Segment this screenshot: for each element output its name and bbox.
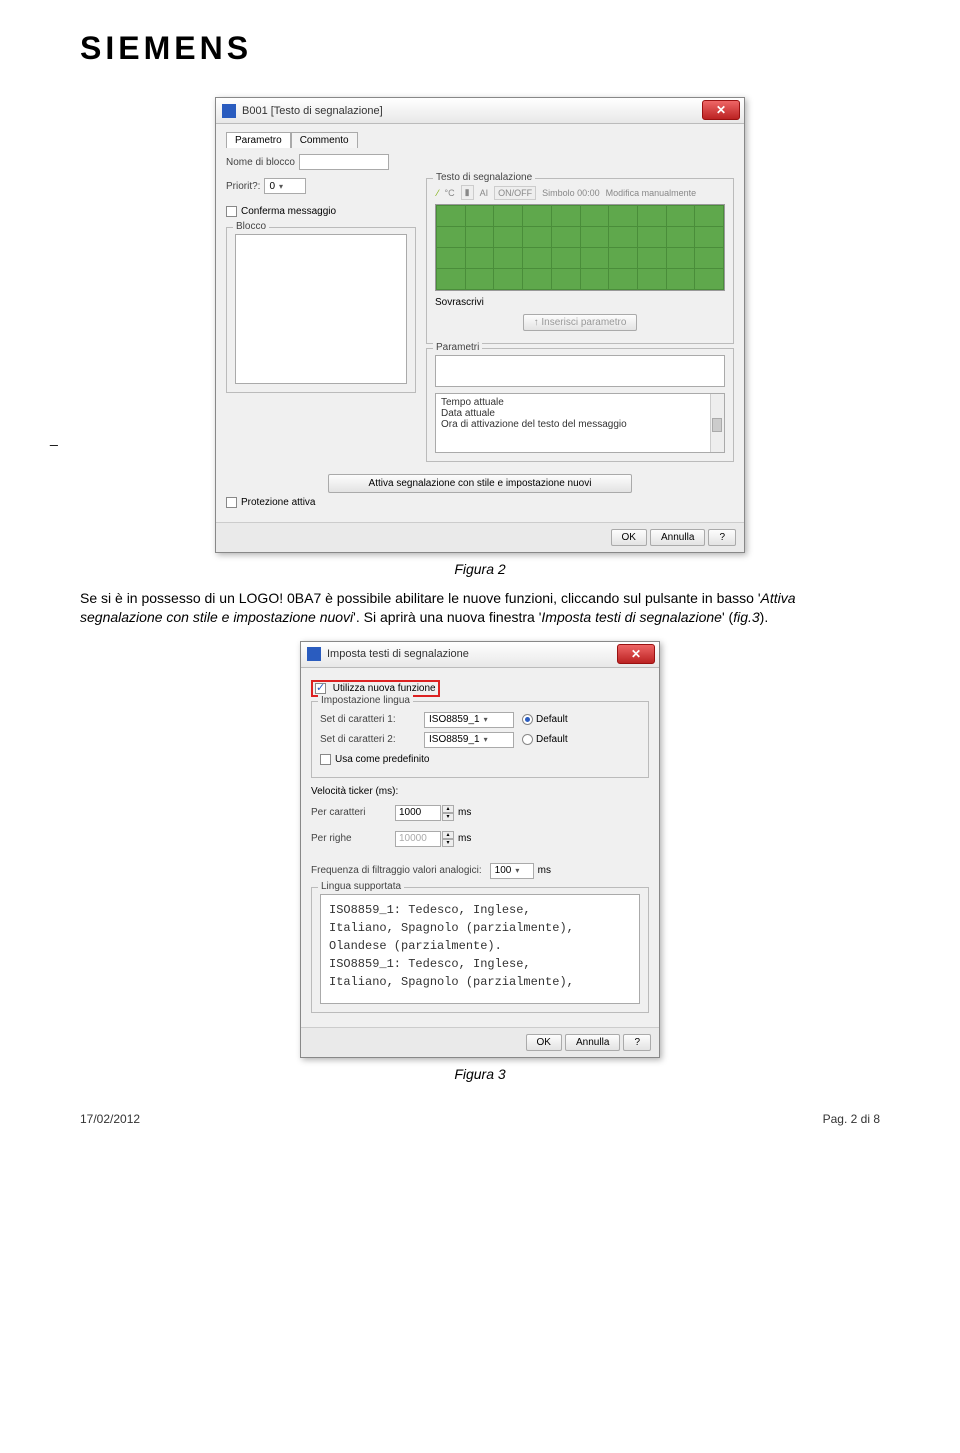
app-icon — [307, 647, 321, 661]
param-bottom-list[interactable]: Tempo attuale Data attuale Ora di attiva… — [435, 393, 725, 453]
prio-select[interactable]: 0 — [264, 178, 306, 194]
set2-label: Set di caratteri 2: — [320, 734, 420, 745]
fs-supported-legend: Lingua supportata — [318, 881, 404, 892]
protezione-checkbox[interactable] — [226, 497, 237, 508]
ok-button[interactable]: OK — [526, 1034, 562, 1051]
tab-parametro[interactable]: Parametro — [226, 132, 291, 148]
per-righe-input[interactable]: 10000 ▴▾ — [395, 831, 454, 847]
cancel-button[interactable]: Annulla — [565, 1034, 620, 1051]
per-car-label: Per caratteri — [311, 807, 391, 818]
fs-testo-legend: Testo di segnalazione — [433, 172, 535, 183]
set1-default-label: Default — [536, 714, 568, 725]
set2-select[interactable]: ISO8859_1 — [424, 732, 514, 748]
blocco-list[interactable] — [235, 234, 407, 384]
help-button[interactable]: ? — [623, 1034, 651, 1051]
app-icon — [222, 104, 236, 118]
window-title-2: Imposta testi di segnalazione — [327, 648, 469, 660]
ok-button[interactable]: OK — [611, 529, 647, 546]
per-righe-label: Per righe — [311, 833, 391, 844]
dialog-b001: B001 [Testo di segnalazione] ✕ Parametro… — [215, 97, 745, 553]
fs-blocco-legend: Blocco — [233, 221, 269, 232]
set1-select[interactable]: ISO8859_1 — [424, 712, 514, 728]
ms-label: ms — [538, 865, 551, 876]
footer-date: 17/02/2012 — [80, 1112, 140, 1126]
lang-list: ISO8859_1: Tedesco, Inglese, Italiano, S… — [320, 894, 640, 1004]
window-title: B001 [Testo di segnalazione] — [242, 105, 383, 117]
ms-label: ms — [458, 833, 471, 844]
blockname-input[interactable] — [299, 154, 389, 170]
set1-label: Set di caratteri 1: — [320, 714, 420, 725]
fs-lang-legend: Impostazione lingua — [318, 695, 413, 706]
close-button[interactable]: ✕ — [702, 100, 740, 120]
stray-dash: _ — [50, 430, 58, 446]
footer-page: Pag. 2 di 8 — [823, 1112, 880, 1126]
caption-fig3: Figura 3 — [80, 1066, 880, 1082]
ib-block[interactable]: ▮ — [461, 185, 474, 200]
titlebar-2: Imposta testi di segnalazione ✕ — [301, 642, 659, 668]
icons-bar: ⁄ °C ▮ AI ON/OFF Simbolo 00:00 Modifica … — [435, 185, 725, 200]
prio-label: Priorit?: — [226, 181, 260, 192]
cancel-button[interactable]: Annulla — [650, 529, 705, 546]
confirm-label: Conferma messaggio — [241, 206, 336, 217]
scrollbar[interactable] — [710, 394, 724, 452]
insert-param-btn[interactable]: ↑ Inserisci parametro — [523, 314, 638, 331]
freq-label: Frequenza di filtraggio valori analogici… — [311, 865, 482, 876]
sovrascrivi-label: Sovrascrivi — [435, 297, 484, 308]
protezione-label: Protezione attiva — [241, 497, 316, 508]
set2-default-radio[interactable] — [522, 734, 533, 745]
tabs: ParametroCommento — [226, 132, 734, 148]
ib-c[interactable]: °C — [445, 188, 455, 198]
close-button[interactable]: ✕ — [617, 644, 655, 664]
body-paragraph: Se si è in possesso di un LOGO! 0BA7 è p… — [80, 589, 880, 627]
set1-default-radio[interactable] — [522, 714, 533, 725]
blockname-label: Nome di blocco — [226, 157, 295, 168]
help-button[interactable]: ? — [708, 529, 736, 546]
tab-commento[interactable]: Commento — [291, 132, 358, 148]
msg-grid[interactable] — [435, 204, 725, 291]
set2-default-label: Default — [536, 734, 568, 745]
use-default-checkbox[interactable] — [320, 754, 331, 765]
fs-param-legend: Parametri — [433, 342, 482, 353]
confirm-checkbox[interactable] — [226, 206, 237, 217]
footer: 17/02/2012 Pag. 2 di 8 — [80, 1112, 880, 1126]
param-top-list[interactable] — [435, 355, 725, 387]
ib-ai[interactable]: AI — [480, 188, 489, 198]
use-new-label: Utilizza nuova funzione — [333, 683, 436, 694]
ms-label: ms — [458, 807, 471, 818]
ticker-label: Velocità ticker (ms): — [311, 786, 398, 797]
ib-symbol[interactable]: Simbolo 00:00 — [542, 188, 600, 198]
per-car-input[interactable]: 1000 ▴▾ — [395, 805, 454, 821]
use-default-label: Usa come predefinito — [335, 754, 430, 765]
ib-onoff[interactable]: ON/OFF — [494, 186, 536, 200]
use-new-checkbox[interactable] — [315, 683, 326, 694]
dialog-imposta: Imposta testi di segnalazione ✕ Utilizza… — [300, 641, 660, 1058]
freq-select[interactable]: 100 — [490, 863, 534, 879]
caption-fig2: Figura 2 — [80, 561, 880, 577]
brand-logo: SIEMENS — [80, 30, 880, 67]
attiva-nuovi-btn[interactable]: Attiva segnalazione con stile e impostaz… — [328, 474, 633, 493]
ib-mod[interactable]: Modifica manualmente — [606, 188, 697, 198]
titlebar: B001 [Testo di segnalazione] ✕ — [216, 98, 744, 124]
